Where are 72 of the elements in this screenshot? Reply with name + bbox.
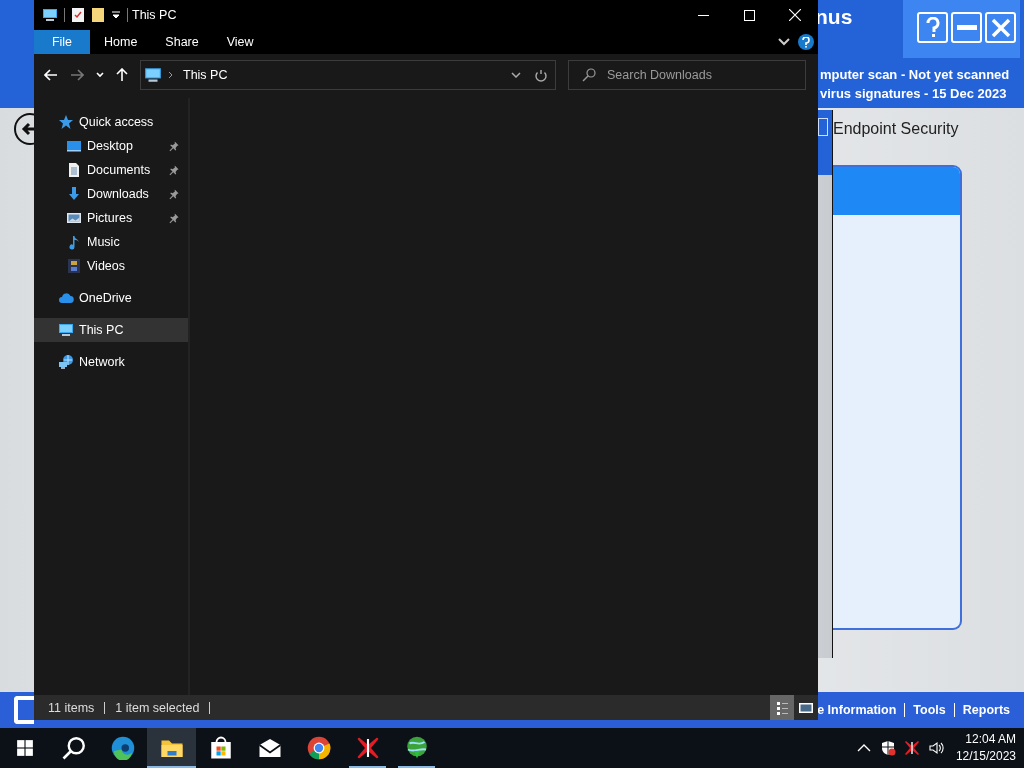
computer-icon: [58, 322, 74, 338]
folder-icon[interactable]: [91, 7, 105, 23]
star-icon: [58, 114, 74, 130]
nav-item[interactable]: This PC: [34, 318, 188, 342]
footer-link[interactable]: Reports: [953, 703, 1010, 717]
shopping-bag-icon: [208, 736, 233, 760]
shield-icon[interactable]: [879, 740, 896, 756]
computer-icon: [144, 66, 162, 84]
chevron-down-icon[interactable]: [778, 38, 790, 46]
nav-item[interactable]: Downloads: [34, 182, 188, 206]
ribbon-tab[interactable]: Home: [90, 30, 152, 54]
close-icon: [990, 17, 1011, 38]
computer-icon: [42, 7, 58, 23]
breadcrumb[interactable]: This PC: [183, 68, 228, 82]
up-arrow-icon[interactable]: [116, 68, 128, 82]
chevron-right-icon: [168, 71, 173, 79]
status-text: 1 item selected: [115, 701, 211, 714]
minimize-button[interactable]: [951, 12, 982, 43]
caret-icon[interactable]: [111, 10, 121, 20]
section-title: Endpoint Security: [833, 120, 960, 138]
search-icon: [61, 736, 86, 760]
cross-icon: [355, 736, 380, 760]
scan-status: virus signatures - 15 Dec 2023: [820, 85, 1008, 103]
help-button[interactable]: [917, 12, 948, 43]
start-icon: [15, 739, 34, 757]
nav-item[interactable]: Pictures: [34, 206, 188, 230]
minimize-icon: [956, 25, 977, 30]
browser-icon: [306, 736, 331, 760]
nav-item[interactable]: Desktop: [34, 134, 188, 158]
footer-link[interactable]: Tools: [904, 703, 954, 717]
address-bar[interactable]: This PC: [140, 60, 556, 90]
forward-arrow-icon[interactable]: [70, 69, 84, 81]
scan-status: mputer scan - Not yet scanned: [820, 66, 1011, 84]
desktop-icon: [66, 138, 82, 154]
chevron-down-icon[interactable]: [511, 72, 521, 78]
search-field[interactable]: Search Downloads: [568, 60, 806, 90]
search-icon: [582, 68, 596, 82]
close-icon: [789, 9, 801, 21]
swirl-icon: [110, 736, 135, 760]
network-icon: [58, 354, 74, 370]
cross-icon[interactable]: [903, 740, 920, 756]
globe-icon: [404, 736, 429, 760]
nav-item[interactable]: Music: [34, 230, 188, 254]
status-text: 11 items: [48, 701, 106, 714]
details-view-icon: [774, 699, 790, 716]
footer-link[interactable]: e Information: [817, 703, 905, 717]
envelope-icon: [257, 736, 282, 760]
taskbar-button[interactable]: [147, 728, 196, 768]
ribbon-tab[interactable]: View: [212, 30, 268, 54]
download-arrow-icon: [66, 186, 82, 202]
refresh-icon[interactable]: [535, 68, 547, 82]
close-button[interactable]: [985, 12, 1016, 43]
help-icon[interactable]: [798, 34, 814, 50]
maximize-icon: [743, 9, 755, 21]
question-mark-icon: [925, 16, 940, 39]
picture-icon: [66, 210, 82, 226]
nav-item[interactable]: Network: [34, 350, 188, 374]
clock[interactable]: 12:04 AM 12/15/2023: [955, 731, 1016, 765]
window-title: This PC: [132, 8, 177, 22]
nav-item[interactable]: Documents: [34, 158, 188, 182]
nav-item[interactable]: OneDrive: [34, 286, 188, 310]
notepad-icon[interactable]: [71, 7, 85, 23]
document-icon: [66, 162, 82, 178]
back-arrow-icon[interactable]: [44, 69, 58, 81]
speaker-icon[interactable]: [927, 740, 944, 756]
film-icon: [66, 258, 82, 274]
nav-item[interactable]: Videos: [34, 254, 188, 278]
collapse-icon[interactable]: [818, 118, 828, 136]
minimize-icon: [697, 14, 709, 16]
nav-item[interactable]: Quick access: [34, 110, 188, 134]
ribbon-tab[interactable]: Share: [151, 30, 213, 54]
cloud-icon: [58, 290, 74, 306]
